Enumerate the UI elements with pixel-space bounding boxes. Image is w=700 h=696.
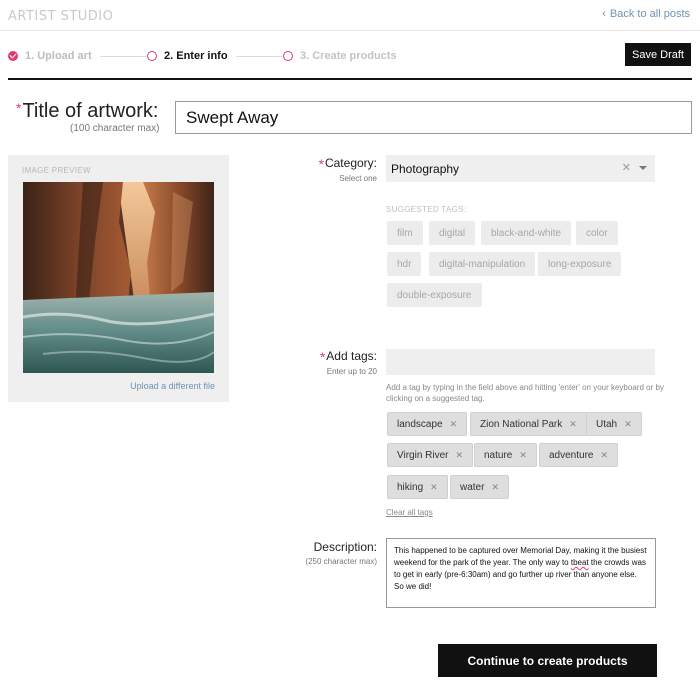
misspelled-word: tbeat bbox=[570, 558, 589, 567]
tag-label: Utah bbox=[596, 418, 618, 430]
step-label: 3. Create products bbox=[300, 50, 397, 62]
back-to-posts-link[interactable]: ‹ Back to all posts bbox=[602, 8, 690, 20]
section-divider bbox=[8, 78, 692, 80]
add-tags-hint: Enter up to 20 bbox=[326, 367, 377, 376]
category-label: *Category: bbox=[300, 156, 377, 172]
suggested-tag-chip[interactable]: double-exposure bbox=[387, 283, 482, 307]
suggested-tag-chip[interactable]: digital-manipulation bbox=[429, 252, 536, 276]
chevron-down-icon[interactable] bbox=[639, 166, 647, 170]
remove-tag-icon[interactable]: ✕ bbox=[624, 419, 632, 430]
category-select[interactable]: Photography ✕ bbox=[386, 155, 655, 182]
step-upload-art[interactable]: 1. Upload art bbox=[8, 50, 92, 62]
tag-label: landscape bbox=[397, 418, 443, 430]
upload-different-file-link[interactable]: Upload a different file bbox=[130, 381, 215, 391]
step-label: 2. Enter info bbox=[164, 50, 228, 62]
description-label: Description: bbox=[313, 540, 377, 554]
circle-icon bbox=[147, 51, 157, 61]
add-tags-label: *Add tags: bbox=[300, 349, 377, 365]
title-label-text: Title of artwork: bbox=[22, 100, 159, 122]
check-circle-icon bbox=[8, 51, 18, 61]
remove-tag-icon[interactable]: ✕ bbox=[430, 482, 438, 493]
tag-label: Zion National Park bbox=[480, 418, 563, 430]
tag-chip: Zion National Park ✕ bbox=[470, 412, 587, 436]
tag-label: nature bbox=[484, 449, 513, 461]
clear-selection-icon[interactable]: ✕ bbox=[622, 161, 631, 174]
tag-chip: landscape ✕ bbox=[387, 412, 468, 436]
required-asterisk: * bbox=[16, 100, 22, 116]
tag-label: water bbox=[460, 481, 485, 493]
continue-to-create-products-button[interactable]: Continue to create products bbox=[438, 644, 657, 677]
tag-label: Virgin River bbox=[397, 449, 449, 461]
brand-logo: ARTIST STUDIO bbox=[8, 9, 114, 24]
remove-tag-icon[interactable]: ✕ bbox=[456, 450, 464, 461]
title-label: *Title of artwork: bbox=[16, 100, 158, 123]
suggested-tag-chip[interactable]: hdr bbox=[387, 252, 422, 276]
remove-tag-icon[interactable]: ✕ bbox=[491, 482, 499, 493]
suggested-tag-chip[interactable]: long-exposure bbox=[538, 252, 622, 276]
tag-chip: nature ✕ bbox=[474, 443, 537, 467]
add-tags-label-text: Add tags: bbox=[326, 349, 377, 363]
artwork-preview-image bbox=[23, 182, 214, 373]
circle-icon bbox=[283, 51, 293, 61]
tag-chip: Utah ✕ bbox=[586, 412, 642, 436]
tag-label: adventure bbox=[549, 449, 594, 461]
suggested-tag-chip[interactable]: color bbox=[576, 221, 618, 245]
add-tag-input[interactable] bbox=[386, 349, 655, 375]
step-connector bbox=[236, 56, 282, 57]
tag-chip: water ✕ bbox=[450, 475, 509, 499]
back-link-label: Back to all posts bbox=[609, 8, 690, 20]
title-input[interactable] bbox=[175, 101, 692, 134]
required-asterisk: * bbox=[319, 349, 326, 365]
remove-tag-icon[interactable]: ✕ bbox=[569, 419, 577, 430]
description-textarea[interactable]: This happened to be captured over Memori… bbox=[386, 538, 656, 608]
category-hint: Select one bbox=[339, 174, 377, 183]
category-selected-value: Photography bbox=[391, 161, 460, 176]
chevron-left-icon: ‹ bbox=[602, 8, 606, 20]
tag-label: hiking bbox=[397, 481, 424, 493]
tag-chip: Virgin River ✕ bbox=[387, 443, 474, 467]
category-label-text: Category: bbox=[324, 156, 377, 170]
description-hint: (250 character max) bbox=[305, 557, 377, 566]
suggested-tag-chip[interactable]: digital bbox=[429, 221, 476, 245]
step-connector bbox=[100, 56, 146, 57]
suggested-tag-chip[interactable]: black-and-white bbox=[481, 221, 572, 245]
step-label: 1. Upload art bbox=[25, 50, 92, 62]
save-draft-button[interactable]: Save Draft bbox=[625, 43, 691, 66]
header-divider bbox=[0, 30, 700, 31]
remove-tag-icon[interactable]: ✕ bbox=[600, 450, 608, 461]
image-preview-panel: IMAGE PREVIEW Upload a different file bbox=[8, 155, 229, 402]
required-asterisk: * bbox=[318, 156, 324, 172]
remove-tag-icon[interactable]: ✕ bbox=[519, 450, 527, 461]
remove-tag-icon[interactable]: ✕ bbox=[450, 419, 458, 430]
title-hint: (100 character max) bbox=[70, 123, 160, 134]
tag-chip: hiking ✕ bbox=[387, 475, 448, 499]
tag-chip: adventure ✕ bbox=[539, 443, 619, 467]
suggested-tag-chip[interactable]: film bbox=[387, 221, 423, 245]
step-create-products[interactable]: 3. Create products bbox=[283, 50, 397, 62]
step-enter-info[interactable]: 2. Enter info bbox=[147, 50, 228, 62]
preview-label: IMAGE PREVIEW bbox=[22, 166, 91, 175]
suggested-tags-label: SUGGESTED TAGS: bbox=[386, 205, 467, 214]
add-tags-help: Add a tag by typing in the field above a… bbox=[386, 383, 664, 403]
clear-all-tags-link[interactable]: Clear all tags bbox=[386, 508, 433, 517]
